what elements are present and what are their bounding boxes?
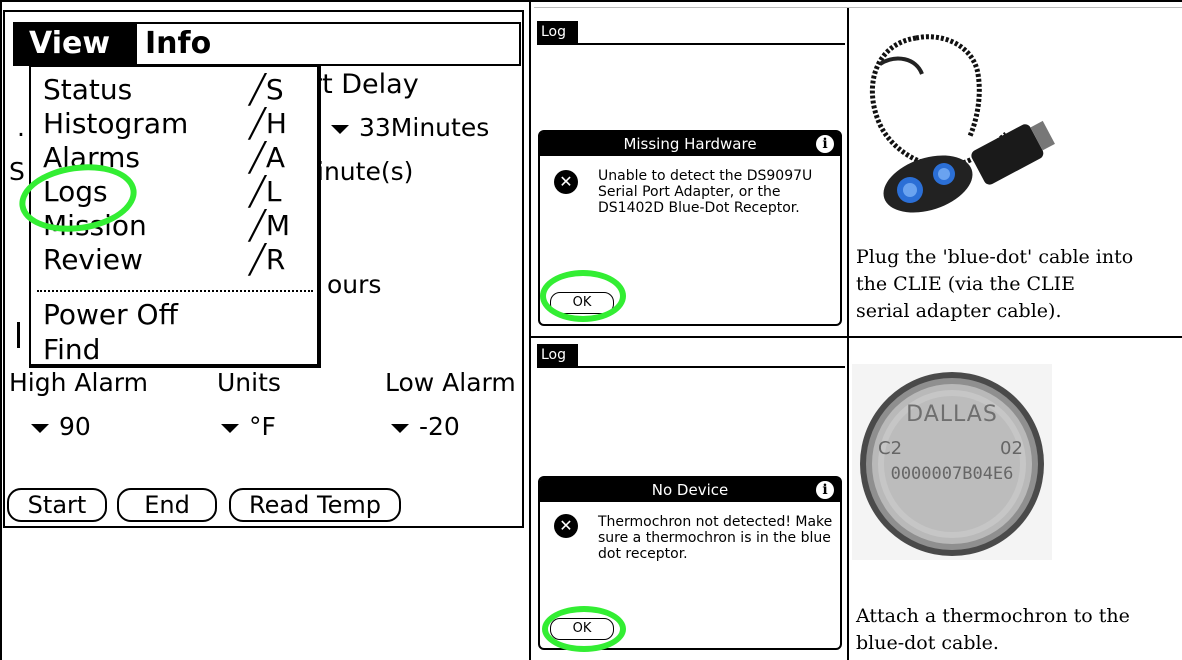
low-alarm-label: Low Alarm xyxy=(385,368,516,397)
table-row-divider xyxy=(531,336,1182,338)
table-top-border xyxy=(0,0,1182,2)
blue-dot-cable-image xyxy=(856,24,1070,216)
ibutton-graphic xyxy=(860,372,1044,556)
caption-top-line-2: the CLIE (via the CLIE xyxy=(856,273,1076,295)
ibutton-serial: 0000007B04E6 xyxy=(890,464,1014,484)
thermochron-image[interactable]: DALLAS C2 02 0000007B04E6 xyxy=(852,364,1052,560)
start-delay-label: rt Delay xyxy=(311,69,419,100)
chevron-down-icon xyxy=(221,423,239,433)
error-icon: ✕ xyxy=(554,514,578,538)
dialog-title: No Device xyxy=(540,478,840,502)
caption-top-line-1: Plug the 'blue-dot' cable into xyxy=(856,246,1134,268)
menu-item-review[interactable]: Review xyxy=(43,243,143,276)
chevron-down-icon xyxy=(31,423,49,433)
table-left-border xyxy=(0,0,2,660)
shortcut-logs: ╱L xyxy=(249,175,282,208)
low-alarm-select[interactable]: -20 xyxy=(391,412,460,441)
menu-item-status[interactable]: Status xyxy=(43,73,132,106)
table-divider-1 xyxy=(529,0,531,660)
menu-item-histogram[interactable]: Histogram xyxy=(43,107,188,140)
menu-item-find[interactable]: Find xyxy=(43,333,100,366)
caption-bottom-line-2: blue-dot cable. xyxy=(856,632,999,654)
chevron-down-icon xyxy=(331,124,349,134)
ibutton-code-right: 02 xyxy=(1000,438,1023,459)
units-label: Units xyxy=(217,368,281,397)
left-edge-char-2: . xyxy=(17,113,25,142)
dialog-message: Thermochron not detected! Make sure a th… xyxy=(598,514,833,562)
menu-view[interactable]: View xyxy=(15,24,137,64)
caption-top-line-3: serial adapter cable). xyxy=(856,300,1062,322)
shortcut-review: ╱R xyxy=(249,243,286,276)
table-top-border-2 xyxy=(534,7,1182,8)
read-temp-button[interactable]: Read Temp xyxy=(229,488,401,522)
dialog-message: Unable to detect the DS9097U Serial Port… xyxy=(598,168,813,216)
dialog-title: Missing Hardware xyxy=(540,132,840,156)
menu-bar: View Info xyxy=(13,22,521,66)
interval-label: inute(s) xyxy=(317,157,414,186)
minutes-select[interactable]: 33Minutes xyxy=(331,113,489,142)
info-icon[interactable]: i xyxy=(816,135,834,153)
table-divider-2 xyxy=(847,8,849,660)
shortcut-alarms: ╱A xyxy=(249,141,286,174)
start-button[interactable]: Start xyxy=(7,488,107,522)
left-edge-char: S xyxy=(9,157,25,186)
ibutton-brand: DALLAS xyxy=(906,402,998,427)
chevron-down-icon xyxy=(391,423,409,433)
hours-label: ours xyxy=(327,270,382,299)
high-alarm-select[interactable]: 90 xyxy=(31,412,91,441)
palm-screen: rt Delay s 33Minutes inute(s) ours S . H… xyxy=(3,10,524,528)
highlight-circle-ok-bottom xyxy=(542,606,626,652)
menu-divider xyxy=(37,290,313,292)
info-icon[interactable]: i xyxy=(816,481,834,499)
shortcut-status: ╱S xyxy=(249,73,284,106)
shortcut-mission: ╱M xyxy=(249,209,291,242)
end-button[interactable]: End xyxy=(117,488,217,522)
units-select[interactable]: °F xyxy=(221,412,276,441)
menu-item-power-off[interactable]: Power Off xyxy=(43,298,178,331)
ibutton-code-left: C2 xyxy=(878,438,903,459)
error-icon: ✕ xyxy=(554,170,578,194)
menu-info[interactable]: Info xyxy=(145,24,211,64)
shortcut-histogram: ╱H xyxy=(249,107,287,140)
highlight-circle-ok-top xyxy=(540,270,626,322)
caption-bottom-line-1: Attach a thermochron to the xyxy=(856,605,1130,627)
left-edge-bar xyxy=(17,322,20,348)
high-alarm-label: High Alarm xyxy=(9,368,148,397)
